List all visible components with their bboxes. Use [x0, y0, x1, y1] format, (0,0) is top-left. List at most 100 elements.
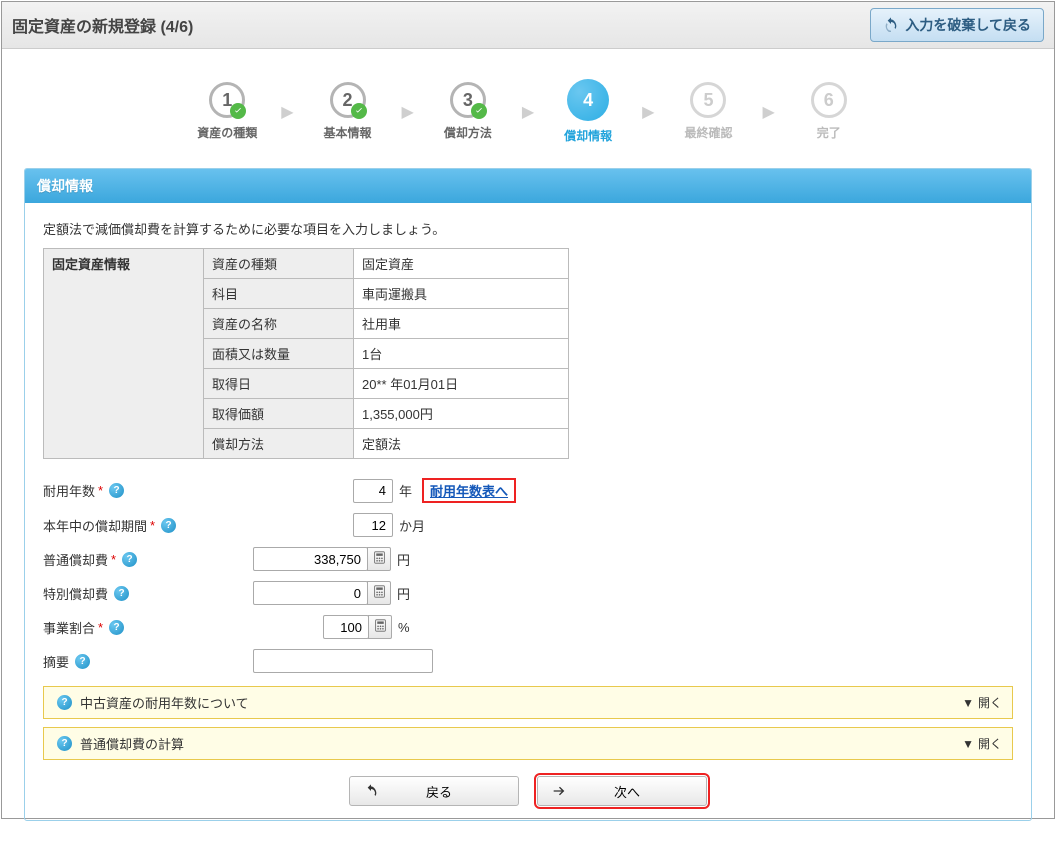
undo-icon: [356, 783, 386, 799]
info-row-value: 1台: [354, 339, 569, 369]
info-row-value: 1,355,000円: [354, 399, 569, 429]
arrow-right-icon: [544, 783, 574, 799]
summary-input[interactable]: [253, 649, 433, 673]
info-row-value: 車両運搬具: [354, 279, 569, 309]
help-icon: ?: [57, 736, 72, 751]
accordion-title: 中古資産の耐用年数について: [80, 693, 249, 712]
chevron-down-icon: ▼: [962, 696, 974, 710]
label-summary: 摘要: [43, 652, 69, 671]
step-5: 5最終確認: [668, 82, 748, 141]
table-row: 固定資産情報資産の種類固定資産: [44, 249, 569, 279]
info-row-label: 面積又は数量: [204, 339, 354, 369]
dep-period-suffix: か月: [399, 516, 425, 535]
help-icon[interactable]: ?: [161, 518, 176, 533]
step-circle: 5: [690, 82, 726, 118]
info-row-label: 科目: [204, 279, 354, 309]
accordion-toggle-label: 開く: [978, 735, 1002, 752]
special-dep-input[interactable]: [253, 581, 368, 605]
discard-label: 入力を破棄して戻る: [905, 15, 1031, 35]
check-icon: [230, 103, 246, 119]
help-icon[interactable]: ?: [75, 654, 90, 669]
accordion-used-asset[interactable]: ? 中古資産の耐用年数について ▼ 開く: [43, 686, 1013, 719]
help-icon: ?: [57, 695, 72, 710]
step-2: 2 基本情報: [308, 82, 388, 141]
step-circle: 4: [567, 79, 609, 121]
back-button[interactable]: 戻る: [349, 776, 519, 806]
chevron-down-icon: ▼: [962, 737, 974, 751]
info-row-label: 資産の種類: [204, 249, 354, 279]
row-summary: 摘要 ?: [43, 644, 1013, 678]
step-1: 1 資産の種類: [187, 82, 267, 141]
step-3: 3 償却方法: [428, 82, 508, 141]
row-dep-period: 本年中の償却期間 * ? か月: [43, 508, 1013, 542]
step-label: 償却情報: [564, 127, 612, 144]
help-icon[interactable]: ?: [122, 552, 137, 567]
chevron-right-icon: ▶: [762, 102, 774, 122]
required-mark: *: [98, 620, 103, 635]
next-label: 次へ: [574, 782, 700, 801]
row-ordinary-dep: 普通償却費 * ? 円: [43, 542, 1013, 576]
info-row-value: 定額法: [354, 429, 569, 459]
info-group-header: 固定資産情報: [44, 249, 204, 459]
info-row-label: 償却方法: [204, 429, 354, 459]
undo-icon: [883, 16, 899, 35]
label-ordinary-dep: 普通償却費: [43, 550, 108, 569]
check-icon: [471, 103, 487, 119]
help-icon[interactable]: ?: [109, 483, 124, 498]
calculator-button[interactable]: [368, 615, 392, 639]
useful-life-link[interactable]: 耐用年数表へ: [430, 484, 508, 499]
info-row-label: 資産の名称: [204, 309, 354, 339]
special-dep-suffix: 円: [397, 584, 410, 603]
accordion-toggle-label: 開く: [978, 694, 1002, 711]
chevron-right-icon: ▶: [642, 102, 654, 122]
info-row-value: 固定資産: [354, 249, 569, 279]
calculator-button[interactable]: [367, 581, 391, 605]
row-biz-ratio: 事業割合 * ? %: [43, 610, 1013, 644]
help-icon[interactable]: ?: [109, 620, 124, 635]
label-dep-period: 本年中の償却期間: [43, 516, 147, 535]
step-label: 償却方法: [444, 124, 492, 141]
step-label: 完了: [817, 124, 841, 141]
next-button[interactable]: 次へ: [537, 776, 707, 806]
chevron-right-icon: ▶: [402, 102, 414, 122]
calculator-icon: [374, 619, 387, 635]
label-biz-ratio: 事業割合: [43, 618, 95, 637]
step-label: 基本情報: [324, 124, 372, 141]
chevron-right-icon: ▶: [281, 102, 293, 122]
info-row-value: 社用車: [354, 309, 569, 339]
ordinary-dep-suffix: 円: [397, 550, 410, 569]
calculator-button[interactable]: [367, 547, 391, 571]
row-useful-life: 耐用年数 * ? 年 耐用年数表へ: [43, 473, 1013, 508]
step-circle: 1: [209, 82, 245, 118]
stepper: 1 資産の種類 ▶ 2 基本情報 ▶ 3 償却方法 ▶ 4 償却情報 ▶ 5最終確認 ▶ 6 完了: [2, 49, 1054, 168]
info-table: 固定資産情報資産の種類固定資産科目車両運搬具資産の名称社用車面積又は数量1台取得…: [43, 248, 569, 459]
panel: 償却情報 定額法で減価償却費を計算するために必要な項目を入力しましょう。 固定資…: [24, 168, 1032, 821]
ordinary-dep-input[interactable]: [253, 547, 368, 571]
panel-title: 償却情報: [25, 169, 1031, 203]
info-row-label: 取得日: [204, 369, 354, 399]
info-row-label: 取得価額: [204, 399, 354, 429]
biz-ratio-input[interactable]: [323, 615, 369, 639]
step-4: 4 償却情報: [548, 79, 628, 144]
accordion-title: 普通償却費の計算: [80, 734, 184, 753]
discard-button[interactable]: 入力を破棄して戻る: [870, 8, 1044, 42]
chevron-right-icon: ▶: [522, 102, 534, 122]
biz-ratio-suffix: %: [398, 620, 410, 635]
dep-period-input[interactable]: [353, 513, 393, 537]
calculator-icon: [373, 551, 386, 567]
step-circle: 2: [330, 82, 366, 118]
intro-text: 定額法で減価償却費を計算するために必要な項目を入力しましょう。: [43, 219, 1013, 238]
calculator-icon: [373, 585, 386, 601]
accordion-ordinary-calc[interactable]: ? 普通償却費の計算 ▼ 開く: [43, 727, 1013, 760]
step-circle: 6: [811, 82, 847, 118]
label-useful-life: 耐用年数: [43, 481, 95, 500]
topbar: 固定資産の新規登録 (4/6) 入力を破棄して戻る: [2, 2, 1054, 49]
required-mark: *: [111, 552, 116, 567]
row-special-dep: 特別償却費 ? 円: [43, 576, 1013, 610]
help-icon[interactable]: ?: [114, 586, 129, 601]
required-mark: *: [150, 518, 155, 533]
step-circle: 3: [450, 82, 486, 118]
step-label: 資産の種類: [197, 124, 257, 141]
useful-life-link-frame: 耐用年数表へ: [422, 478, 516, 503]
useful-life-input[interactable]: [353, 479, 393, 503]
